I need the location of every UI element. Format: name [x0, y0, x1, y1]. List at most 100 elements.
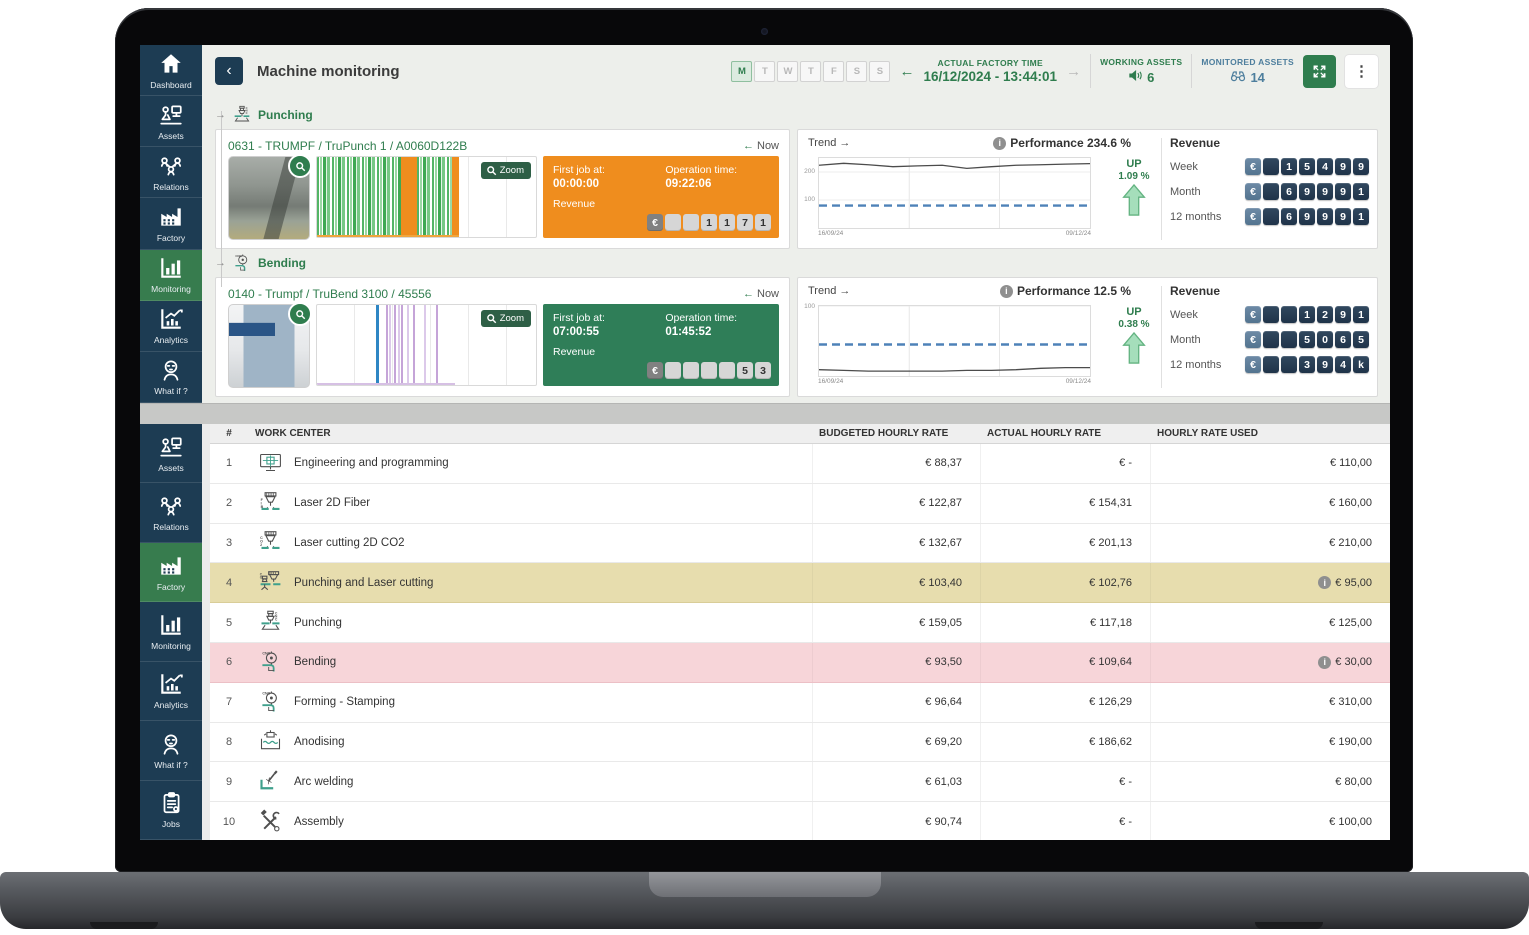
machine-photo[interactable] [228, 304, 310, 388]
info-icon[interactable]: i [1318, 656, 1331, 669]
sidebar-item-monitoring[interactable]: Monitoring [140, 602, 202, 661]
sidebar-item-relations[interactable]: Relations [140, 483, 202, 542]
magnifier-icon[interactable] [288, 154, 312, 178]
machine-photo[interactable] [228, 156, 310, 240]
euro-tile: € [1245, 208, 1261, 225]
sidebar-item-relations[interactable]: Relations [140, 147, 202, 198]
table-row-laser-2d-fiber[interactable]: 2 FIB Laser 2D Fiber € 122,87 € 154,31 €… [210, 484, 1390, 524]
revenue-row-week: Week €1291 [1170, 306, 1369, 323]
sidebar-item-analytics[interactable]: Analytics [140, 301, 202, 352]
sidebar-item-what-if[interactable]: What if ? [140, 721, 202, 780]
table-row-assembly[interactable]: 10 Assembly € 90,74 € - € 100,00 [210, 802, 1390, 840]
table-row-arc-welding[interactable]: 9 Arc welding € 61,03 € - € 80,00 [210, 762, 1390, 802]
digit-tile [683, 362, 699, 379]
actual-hourly-rate: € 109,64 [980, 643, 1150, 682]
sidebar-item-label: Relations [153, 522, 188, 532]
actual-hourly-rate: € 154,31 [980, 484, 1150, 523]
day-box-6[interactable]: S [869, 61, 890, 82]
table-row-engineering-and-programming[interactable]: 1 Engineering and programming € 88,37 € … [210, 444, 1390, 484]
next-day-arrow[interactable]: → [1066, 63, 1081, 80]
day-box-5[interactable]: S [846, 61, 867, 82]
sidebar-item-assets[interactable]: Assets [140, 96, 202, 147]
digit-tile: 5 [1353, 331, 1369, 348]
digit-tile [1263, 306, 1279, 323]
row-number: 9 [210, 776, 248, 788]
first-job-label: First job at: [553, 312, 665, 324]
table-row-laser-cutting-2d-co2[interactable]: 3 CO2 Laser cutting 2D CO2 € 132,67 € 20… [210, 524, 1390, 564]
info-icon[interactable]: i [1000, 285, 1013, 298]
info-icon[interactable]: i [1318, 576, 1331, 589]
activity-event [413, 305, 415, 385]
sidebar-item-jobs[interactable]: Jobs [140, 781, 202, 840]
zoom-button[interactable]: Zoom [481, 310, 531, 327]
whatif-icon [158, 357, 184, 383]
trend-xtick-start: 16/09/24 [818, 230, 843, 237]
revenue-row-label: Month [1170, 186, 1201, 198]
status-panel: First job at: 00:00:00 Operation time: 0… [543, 156, 779, 238]
monitored-assets-count: 14 [1250, 70, 1264, 85]
col-header-rate-used: HOURLY RATE USED [1150, 428, 1390, 439]
trend-change-value: 1.09 % [1108, 171, 1160, 182]
magnifier-icon[interactable] [288, 302, 312, 326]
euro-tile: € [1245, 183, 1261, 200]
sidebar-item-what-if[interactable]: What if ? [140, 352, 202, 403]
work-center-table: # WORK CENTER BUDGETED HOURLY RATE ACTUA… [210, 424, 1390, 840]
section-title[interactable]: Bending [258, 256, 306, 270]
sidebar-item-assets[interactable]: Assets [140, 424, 202, 483]
day-box-3[interactable]: T [800, 61, 821, 82]
hourly-rate-used: i€ 30,00 [1150, 643, 1390, 682]
digit-tile [665, 362, 681, 379]
day-box-0[interactable]: M [731, 61, 752, 82]
sidebar-item-monitoring[interactable]: Monitoring [140, 250, 202, 301]
trend-link[interactable]: Trend → [808, 285, 850, 297]
first-job-label: First job at: [553, 164, 665, 176]
table-row-bending[interactable]: 6 CNC Bending € 93,50 € 109,64 i€ 30,00 [210, 643, 1390, 683]
day-box-1[interactable]: T [754, 61, 775, 82]
topbar: ‹ Machine monitoring MTWTFSS ← ACTUAL FA… [202, 45, 1390, 97]
revenue-panel: Revenue Week €1291 Month €5065 12 months… [1170, 284, 1369, 373]
table-row-forming-stamping[interactable]: 7 CNC Forming - Stamping € 96,64 € 126,2… [210, 683, 1390, 723]
factory-time-label: ACTUAL FACTORY TIME [923, 58, 1057, 68]
revenue-title: Revenue [1170, 136, 1369, 150]
col-header-num: # [210, 428, 248, 439]
trend-chart: 100200 16/09/2409/12/24 [818, 157, 1091, 237]
sidebar-item-analytics[interactable]: Analytics [140, 662, 202, 721]
prev-day-arrow[interactable]: ← [899, 63, 914, 80]
page-title: Machine monitoring [257, 63, 400, 80]
zoom-button[interactable]: Zoom [481, 162, 531, 179]
now-button[interactable]: ← Now [743, 140, 779, 152]
operation-time-value: 09:22:06 [665, 178, 737, 190]
table-row-anodising[interactable]: 8 Anodising € 69,20 € 186,62 € 190,00 [210, 723, 1390, 763]
monitoring-panel: Dashboard Assets Relations Factory Monit… [140, 45, 1390, 403]
table-row-punching-and-laser-cutting[interactable]: 4 CO Punching and Laser cutting € 103,40… [210, 563, 1390, 603]
table-row-punching[interactable]: 5 CNC Punching € 159,05 € 117,18 € 125,0… [210, 603, 1390, 643]
revenue-row-month: Month €5065 [1170, 331, 1369, 348]
machine-title-link[interactable]: 0140 - Trumpf / TruBend 3100 / 45556 [228, 287, 431, 301]
binoculars-icon [1230, 69, 1246, 85]
jobs-icon [158, 790, 184, 816]
digit-tile: 1 [1281, 158, 1297, 175]
sidebar-item-factory[interactable]: Factory [140, 198, 202, 249]
back-button[interactable]: ‹ [215, 57, 243, 85]
svg-text:C: C [275, 618, 278, 622]
hourly-rate-used: € 100,00 [1150, 802, 1390, 840]
sidebar-item-dashboard[interactable]: Dashboard [140, 45, 202, 96]
section-title[interactable]: Punching [258, 108, 313, 122]
kebab-menu-button[interactable]: ⋮ [1345, 55, 1378, 88]
sidebar-item-factory[interactable]: Factory [140, 543, 202, 602]
trend-link[interactable]: Trend → [808, 137, 850, 149]
now-button[interactable]: ← Now [743, 288, 779, 300]
day-box-4[interactable]: F [823, 61, 844, 82]
info-icon[interactable]: i [993, 137, 1006, 150]
digit-tile: 9 [1353, 158, 1369, 175]
panel-split-divider[interactable] [140, 403, 1390, 424]
svg-text:CNC: CNC [262, 691, 270, 695]
day-selector: MTWTFSS [731, 61, 890, 82]
digit-tile: 1 [1299, 306, 1315, 323]
working-assets-label: WORKING ASSETS [1100, 57, 1182, 67]
revenue-row-label: Month [1170, 334, 1201, 346]
day-box-2[interactable]: W [777, 61, 798, 82]
machine-title-link[interactable]: 0631 - TRUMPF / TruPunch 1 / A0060D122B [228, 139, 467, 153]
work-center-name: Laser 2D Fiber [294, 497, 370, 509]
fullscreen-button[interactable] [1303, 55, 1336, 88]
